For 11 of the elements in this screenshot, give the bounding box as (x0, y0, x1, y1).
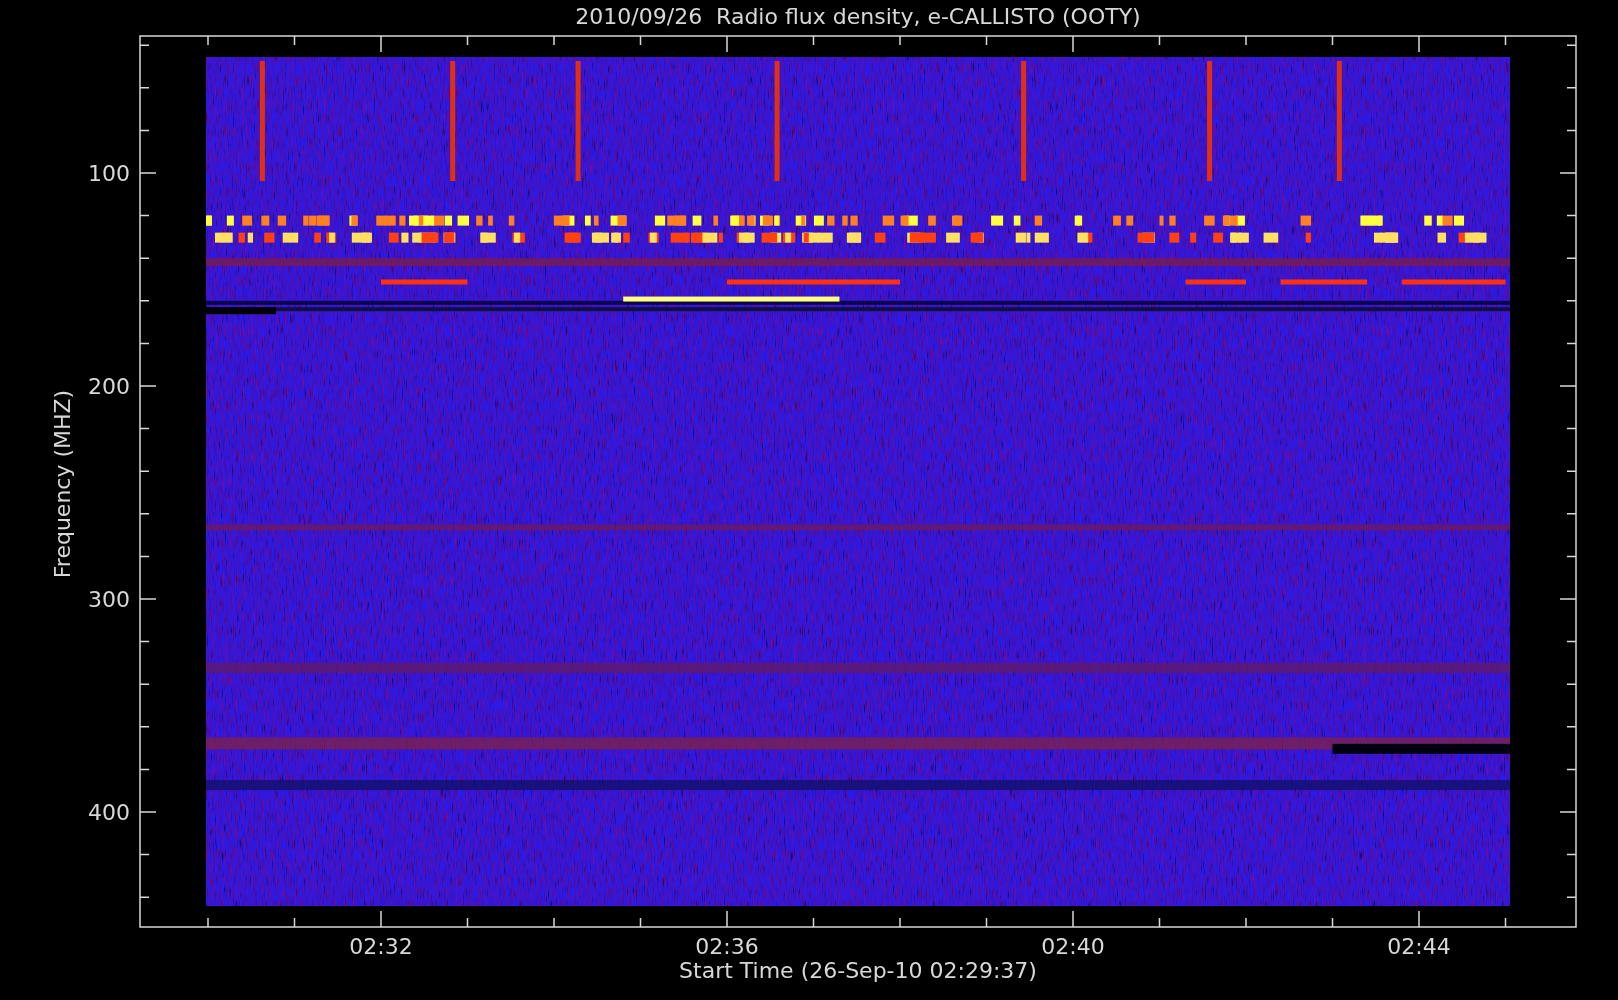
tick-label: 02:32 (349, 934, 413, 959)
plot-title: 2010/09/26 Radio flux density, e-CALLISTO (OOTY) (575, 4, 1141, 29)
tick-label: 400 (88, 800, 130, 825)
tick-label: 300 (88, 587, 130, 612)
tick-label: 02:40 (1041, 934, 1105, 959)
axis-title: Frequency (MHZ) (50, 389, 75, 579)
tick-label: 100 (88, 161, 130, 186)
tick-label: 02:36 (695, 934, 759, 959)
axis-title: Start Time (26-Sep-10 02:29:37) (679, 958, 1037, 983)
tick-label: 02:44 (1387, 934, 1451, 959)
tick-label: 200 (88, 374, 130, 399)
